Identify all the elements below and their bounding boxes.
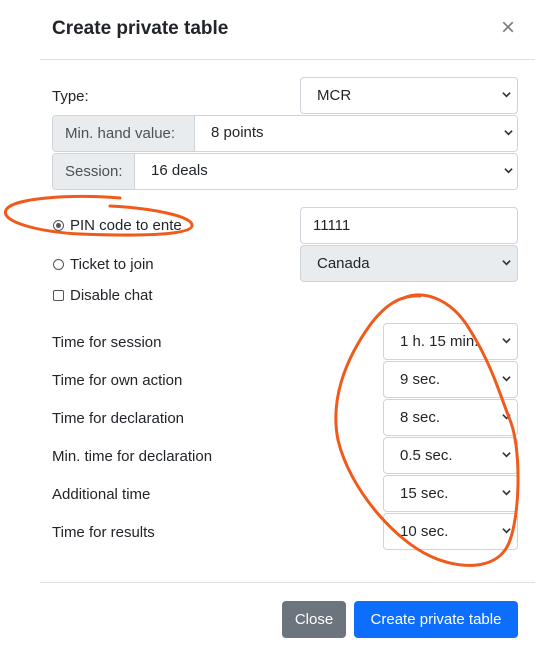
- create-table-dialog: Create private table × Type: MCR Min. ha…: [0, 0, 535, 654]
- ticket-radio[interactable]: [53, 259, 64, 270]
- min-time-declaration-value: 0.5 sec.: [400, 447, 453, 464]
- chevron-down-icon: [502, 413, 511, 419]
- close-icon[interactable]: ×: [501, 14, 515, 42]
- session-group: Session: 16 deals: [52, 153, 518, 190]
- time-session-select[interactable]: 1 h. 15 min.: [383, 323, 518, 360]
- disable-chat-checkbox[interactable]: [53, 290, 64, 301]
- session-value: 16 deals: [151, 162, 208, 179]
- additional-time-value: 15 sec.: [400, 485, 449, 502]
- min-time-declaration-select[interactable]: 0.5 sec.: [383, 437, 518, 474]
- chevron-down-icon: [504, 129, 513, 135]
- time-session-value: 1 h. 15 min.: [400, 333, 479, 350]
- dialog-header: Create private table ×: [40, 0, 535, 60]
- chevron-down-icon: [502, 337, 511, 343]
- pin-label: PIN code to ente: [70, 217, 182, 234]
- pin-input[interactable]: 11111: [300, 207, 518, 244]
- time-results-label: Time for results: [52, 524, 155, 541]
- chevron-down-icon: [502, 527, 511, 533]
- chevron-down-icon: [502, 451, 511, 457]
- disable-chat-label: Disable chat: [70, 287, 153, 304]
- chevron-down-icon: [504, 167, 513, 173]
- ticket-label: Ticket to join: [70, 256, 154, 273]
- min-hand-value-select[interactable]: 8 points: [195, 116, 517, 151]
- chevron-down-icon: [502, 489, 511, 495]
- time-own-action-label: Time for own action: [52, 372, 183, 389]
- time-declaration-value: 8 sec.: [400, 409, 441, 426]
- min-hand-value-group: Min. hand value: 8 points: [52, 115, 518, 152]
- time-declaration-select[interactable]: 8 sec.: [383, 399, 518, 436]
- session-label: Session:: [53, 154, 135, 189]
- dialog-title: Create private table: [52, 18, 229, 39]
- ticket-value: Canada: [317, 255, 370, 272]
- additional-time-label: Additional time: [52, 486, 151, 503]
- type-select-value: MCR: [317, 87, 352, 104]
- ticket-select[interactable]: Canada: [300, 245, 518, 282]
- pin-radio[interactable]: [53, 220, 64, 231]
- type-select[interactable]: MCR: [300, 77, 518, 114]
- min-time-declaration-label: Min. time for declaration: [52, 448, 213, 465]
- session-select[interactable]: 16 deals: [135, 154, 517, 189]
- additional-time-select[interactable]: 15 sec.: [383, 475, 518, 512]
- time-declaration-label: Time for declaration: [52, 410, 184, 427]
- time-own-action-select[interactable]: 9 sec.: [383, 361, 518, 398]
- time-own-action-value: 9 sec.: [400, 371, 441, 388]
- create-private-table-button[interactable]: Create private table: [354, 601, 518, 638]
- chevron-down-icon: [502, 91, 511, 97]
- type-label: Type:: [52, 88, 89, 105]
- time-session-label: Time for session: [52, 334, 162, 351]
- chevron-down-icon: [502, 259, 511, 265]
- time-results-select[interactable]: 10 sec.: [383, 513, 518, 550]
- time-results-value: 10 sec.: [400, 523, 449, 540]
- min-hand-value-label: Min. hand value:: [53, 116, 195, 151]
- close-button[interactable]: Close: [282, 601, 346, 638]
- chevron-down-icon: [502, 375, 511, 381]
- footer-divider: [40, 582, 535, 583]
- min-hand-value: 8 points: [211, 124, 264, 141]
